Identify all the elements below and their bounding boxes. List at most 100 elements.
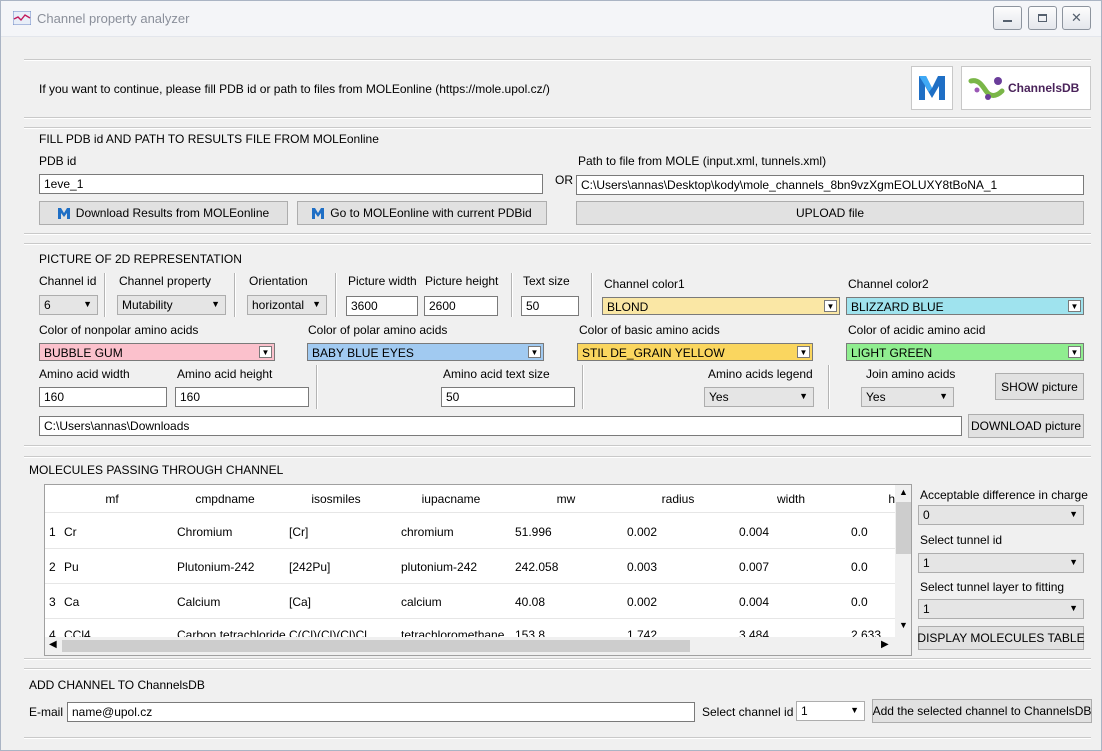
channel-color1-value: BLOND (607, 300, 649, 314)
table-cell: chromium (401, 525, 454, 539)
scroll-up-icon[interactable]: ▲ (899, 487, 908, 497)
minimize-icon (1003, 19, 1012, 22)
add-section-heading: ADD CHANNEL TO ChannelsDB (29, 678, 205, 692)
column-header[interactable]: mw (511, 485, 621, 513)
scroll-corner (895, 637, 911, 655)
acidic-color-value: LIGHT GREEN (851, 346, 933, 360)
aa-height-label: Amino acid height (177, 367, 273, 381)
table-cell: [Ca] (289, 595, 312, 609)
scroll-left-icon[interactable]: ◀ (49, 639, 57, 650)
table-cell: Calcium (177, 595, 221, 609)
divider (24, 456, 1091, 458)
close-button[interactable]: ✕ (1062, 6, 1091, 30)
mole-path-input[interactable]: C:\Users\annas\Desktop\kody\mole_channel… (576, 175, 1084, 195)
chevron-down-icon: ▼ (312, 299, 321, 309)
column-header[interactable]: cmpdname (169, 485, 281, 513)
divider (24, 233, 1091, 235)
horizontal-scrollbar[interactable]: ◀ ▶ (45, 637, 895, 655)
scroll-right-icon[interactable]: ▶ (881, 639, 889, 650)
aa-width-input[interactable]: 160 (39, 387, 167, 407)
property-label: Channel property (119, 274, 212, 288)
chevron-down-icon: ▼ (259, 346, 272, 358)
table-cell: 51.996 (515, 525, 552, 539)
channel-color2-label: Channel color2 (848, 277, 929, 291)
molecules-table[interactable]: mf cmpdname isosmiles iupacname mw radiu… (44, 484, 912, 656)
add-channel-button[interactable]: Add the selected channel to ChannelsDB (872, 699, 1092, 723)
separator (511, 273, 513, 317)
horizontal-scroll-thumb[interactable] (62, 640, 690, 652)
chevron-down-icon: ▼ (1069, 509, 1078, 519)
chevron-down-icon: ▼ (1069, 557, 1078, 567)
table-cell: 0.0 (851, 525, 868, 539)
add-channel-id-select[interactable]: 1 ▼ (796, 701, 865, 721)
maximize-button[interactable] (1028, 6, 1057, 30)
upload-file-button[interactable]: UPLOAD file (576, 201, 1084, 225)
chevron-down-icon: ▼ (1069, 603, 1078, 613)
separator (828, 365, 830, 409)
channel-color1-select[interactable]: BLOND ▼ (602, 297, 840, 315)
picture-height-input[interactable]: 2600 (424, 296, 498, 316)
vertical-scrollbar[interactable]: ▲ ▼ (895, 485, 911, 637)
picture-section-heading: PICTURE OF 2D REPRESENTATION (39, 252, 242, 266)
show-picture-button[interactable]: SHOW picture (995, 373, 1084, 400)
mole-logo (911, 66, 953, 110)
fill-section-heading: FILL PDB id AND PATH TO RESULTS FILE FRO… (39, 132, 379, 146)
email-label: E-mail (29, 705, 64, 719)
select-channel-label: Select channel id (702, 705, 794, 719)
vertical-scroll-thumb[interactable] (896, 502, 911, 554)
aa-text-size-input[interactable]: 50 (441, 387, 575, 407)
display-molecules-button[interactable]: DISPLAY MOLECULES TABLE (917, 626, 1085, 650)
tunnel-id-select[interactable]: 1 ▼ (918, 553, 1084, 573)
chevron-down-icon: ▼ (799, 391, 808, 401)
goto-mole-label: Go to MOLEonline with current PDBid (330, 206, 532, 220)
table-row[interactable]: 3 Ca Calcium [Ca] calcium 40.08 0.002 0.… (45, 583, 895, 618)
column-header[interactable]: radius (621, 485, 735, 513)
download-results-button[interactable]: Download Results from MOLEonline (39, 201, 288, 225)
tunnel-layer-select[interactable]: 1 ▼ (918, 599, 1084, 619)
picture-width-input[interactable]: 3600 (346, 296, 418, 316)
chevron-down-icon: ▼ (1068, 346, 1081, 358)
chevron-down-icon: ▼ (850, 705, 859, 715)
divider (24, 59, 1091, 61)
table-row[interactable]: 1 Cr Chromium [Cr] chromium 51.996 0.002… (45, 513, 895, 548)
scroll-down-icon[interactable]: ▼ (899, 620, 908, 630)
text-size-label: Text size (523, 274, 570, 288)
orientation-select[interactable]: horizontal ▼ (247, 295, 327, 315)
mole-logo-icon (919, 76, 945, 100)
channel-id-select[interactable]: 6 ▼ (39, 295, 98, 315)
basic-color-select[interactable]: STIL DE_GRAIN YELLOW ▼ (577, 343, 813, 361)
table-cell: 0.007 (739, 560, 770, 574)
legend-select[interactable]: Yes ▼ (704, 387, 814, 407)
email-input[interactable]: name@upol.cz (67, 702, 695, 722)
info-message: If you want to continue, please fill PDB… (39, 82, 550, 96)
column-header[interactable]: width (735, 485, 847, 513)
nonpolar-color-select[interactable]: BUBBLE GUM ▼ (39, 343, 275, 361)
pdb-id-input[interactable]: 1eve_1 (39, 174, 543, 194)
picture-height-label: Picture height (425, 274, 499, 288)
polar-color-select[interactable]: BABY BLUE EYES ▼ (307, 343, 544, 361)
join-select[interactable]: Yes ▼ (861, 387, 954, 407)
aa-height-input[interactable]: 160 (175, 387, 309, 407)
molecules-section-heading: MOLECULES PASSING THROUGH CHANNEL (29, 463, 284, 477)
text-size-input[interactable]: 50 (521, 296, 579, 316)
column-header[interactable]: mf (61, 485, 163, 513)
column-header[interactable]: iupacname (391, 485, 511, 513)
separator (335, 273, 337, 317)
goto-mole-button[interactable]: Go to MOLEonline with current PDBid (297, 201, 547, 225)
channel-color2-select[interactable]: BLIZZARD BLUE ▼ (846, 297, 1084, 315)
table-cell: Chromium (177, 525, 233, 539)
table-row[interactable]: 2 Pu Plutonium-242 [242Pu] plutonium-242… (45, 548, 895, 583)
download-path-input[interactable]: C:\Users\annas\Downloads (39, 416, 962, 436)
minimize-button[interactable] (993, 6, 1022, 30)
chevron-down-icon: ▼ (797, 346, 810, 358)
column-header[interactable]: isosmiles (281, 485, 391, 513)
column-header[interactable]: h (875, 485, 895, 513)
charge-select[interactable]: 0 ▼ (918, 505, 1084, 525)
channel-color2-value: BLIZZARD BLUE (851, 300, 944, 314)
row-number: 3 (49, 595, 56, 609)
orientation-label: Orientation (249, 274, 308, 288)
property-select[interactable]: Mutability ▼ (117, 295, 226, 315)
table-cell: Plutonium-242 (177, 560, 255, 574)
download-picture-button[interactable]: DOWNLOAD picture (968, 414, 1084, 438)
acidic-color-select[interactable]: LIGHT GREEN ▼ (846, 343, 1084, 361)
